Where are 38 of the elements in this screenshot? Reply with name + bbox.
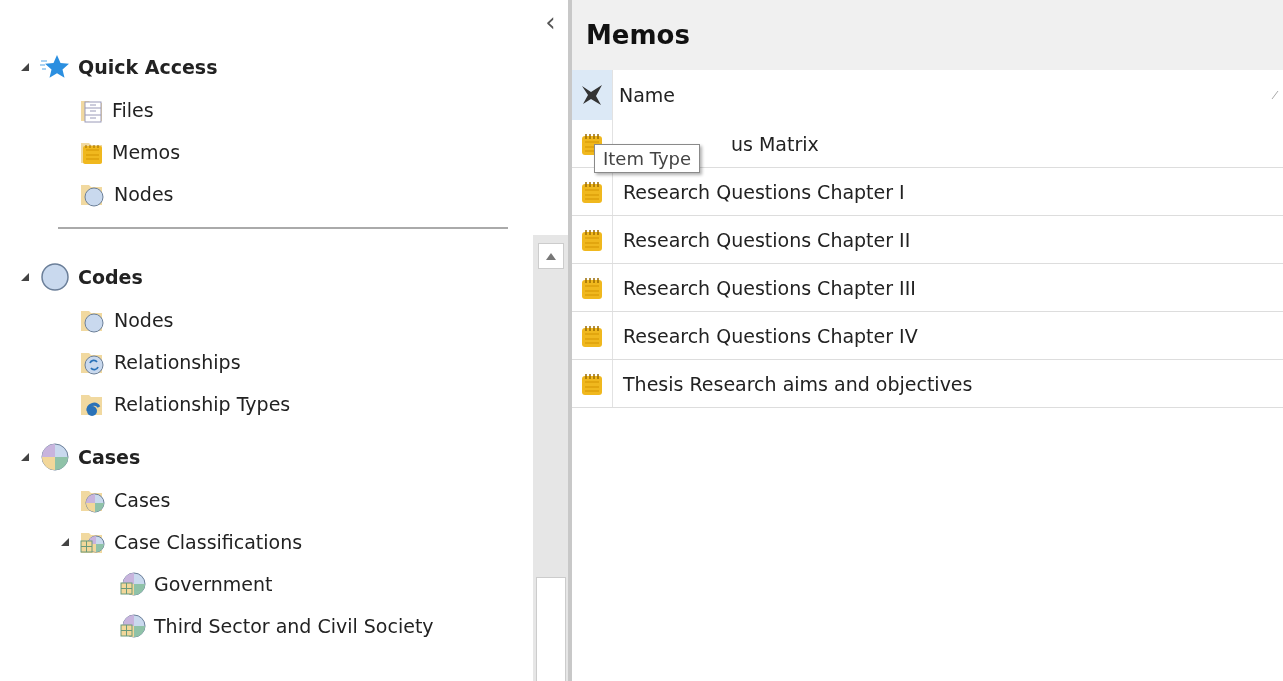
sort-icon	[1271, 90, 1279, 100]
notepad-icon	[581, 227, 603, 252]
table-cell: Research Questions Chapter III	[623, 276, 916, 299]
column-header[interactable]: Name	[619, 84, 676, 106]
table-cell: Research Questions Chapter IV	[623, 324, 918, 347]
table-cell: Research Questions Chapter I	[623, 180, 905, 203]
section-heading[interactable]: Quick Access	[78, 56, 218, 78]
classification-icon	[120, 571, 146, 597]
scrollbar-thumb[interactable]	[535, 577, 566, 681]
notepad-icon	[581, 179, 603, 204]
tree-item[interactable]: Relationships	[114, 351, 241, 373]
sparkle-icon	[580, 83, 604, 107]
collapse-button[interactable]: ‹	[545, 4, 556, 40]
up-arrow-icon	[545, 252, 556, 260]
notepad-icon	[581, 275, 603, 300]
table-cell: us Matrix	[731, 132, 819, 155]
tree-item[interactable]: Nodes	[114, 183, 174, 205]
notepad-icon	[581, 371, 603, 396]
tree-item[interactable]: Third Sector and Civil Society	[154, 615, 434, 637]
section-heading[interactable]: Codes	[78, 266, 143, 288]
table-cell: Research Questions Chapter II	[623, 228, 911, 251]
tooltip: Item Type	[594, 144, 701, 173]
tree-item[interactable]: Files	[112, 99, 154, 121]
tree-item[interactable]: Relationship Types	[114, 393, 291, 415]
panel-title: Memos	[572, 0, 1283, 70]
section-heading[interactable]: Cases	[78, 446, 141, 468]
circle-icon	[40, 262, 70, 292]
table-cell: Thesis Research aims and objectives	[623, 372, 973, 395]
column-header[interactable]	[572, 70, 613, 120]
tree-item[interactable]: Cases	[114, 489, 171, 511]
tree-item[interactable]: Memos	[112, 141, 181, 163]
pie-circle-icon	[40, 442, 70, 472]
notepad-icon	[581, 323, 603, 348]
tree-item[interactable]: Case Classifications	[114, 531, 303, 553]
tree-item[interactable]: Nodes	[114, 309, 174, 331]
scroll-up-button[interactable]	[537, 243, 564, 269]
tree-item[interactable]: Government	[154, 573, 273, 595]
classification-icon	[120, 613, 146, 639]
